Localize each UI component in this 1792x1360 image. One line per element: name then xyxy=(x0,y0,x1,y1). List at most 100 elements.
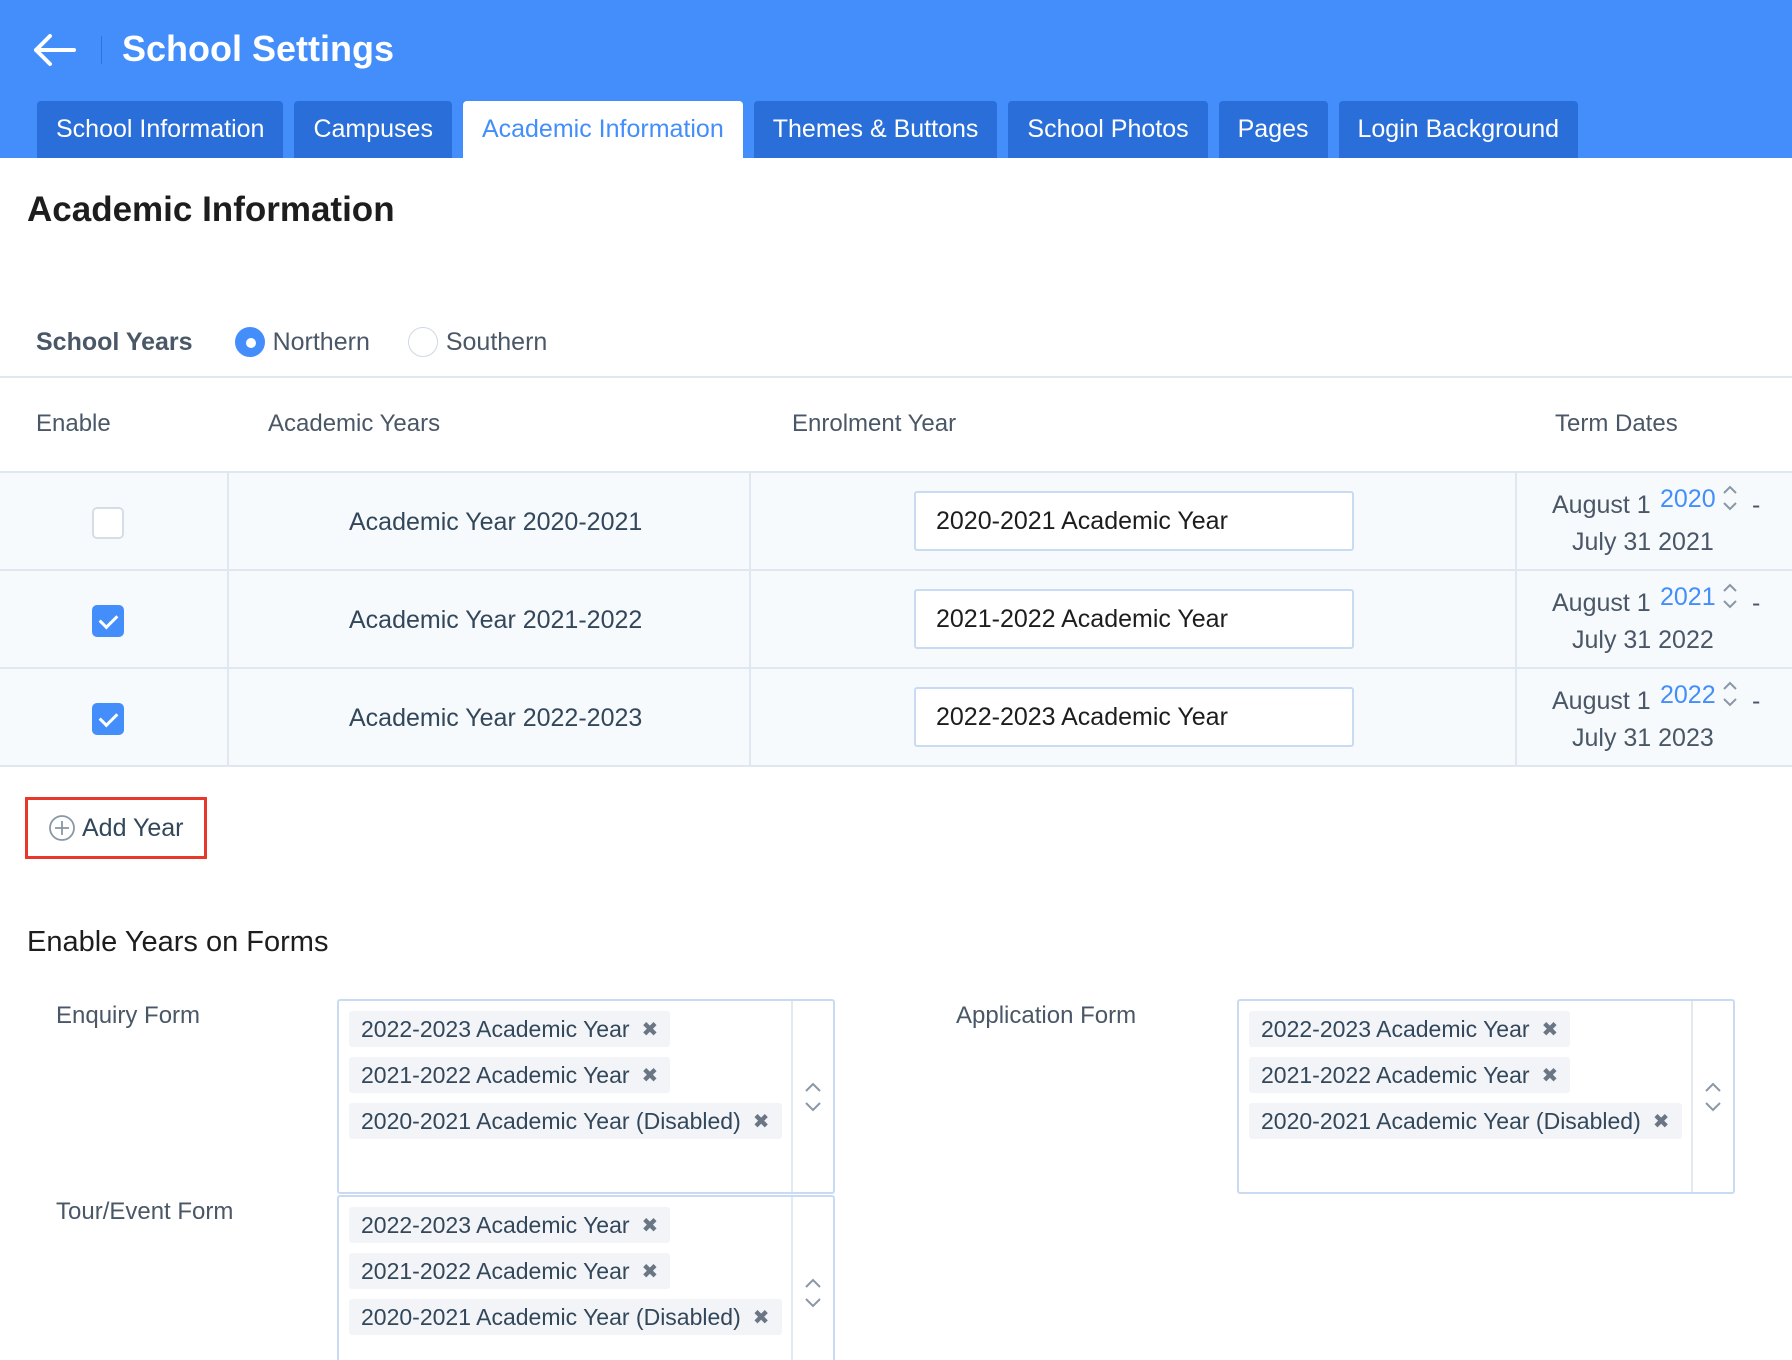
selected-year-chip: 2022-2023 Academic Year ✖ xyxy=(1249,1011,1571,1047)
academic-year-label: Academic Year 2022-2023 xyxy=(349,704,643,732)
enquiry-form-select[interactable]: 2022-2023 Academic Year ✖ 2021-2022 Acade… xyxy=(337,999,835,1194)
term-end-label: July 31 2021 xyxy=(1572,528,1714,556)
select-toggle[interactable] xyxy=(791,1197,833,1360)
chip-label: 2020-2021 Academic Year (Disabled) xyxy=(361,1303,741,1330)
close-icon[interactable]: ✖ xyxy=(642,1213,659,1238)
selected-years-list: 2022-2023 Academic Year ✖ 2021-2022 Acade… xyxy=(1249,1011,1682,1149)
academic-year-label: Academic Year 2020-2021 xyxy=(349,508,643,536)
term-start-year[interactable]: 2020 xyxy=(1660,485,1716,514)
tab-campuses[interactable]: Campuses xyxy=(294,101,452,158)
close-icon[interactable]: ✖ xyxy=(753,1109,770,1134)
radio-southern[interactable]: Southern xyxy=(407,327,548,357)
table-row: Academic Year 2021-2022 August 1 2021 - … xyxy=(0,571,1792,669)
term-dates: August 1 2020 - July 31 2021 xyxy=(1552,485,1792,571)
term-start-label: August 1 xyxy=(1552,589,1651,617)
select-toggle[interactable] xyxy=(1691,1001,1733,1192)
enrolment-year-input[interactable] xyxy=(914,687,1354,747)
close-icon[interactable]: ✖ xyxy=(753,1305,770,1330)
top-bar: School Settings School Information Campu… xyxy=(0,0,1792,158)
selected-years-list: 2022-2023 Academic Year ✖ 2021-2022 Acade… xyxy=(349,1207,782,1345)
tour-event-form-select[interactable]: 2022-2023 Academic Year ✖ 2021-2022 Acade… xyxy=(337,1195,835,1360)
back-button[interactable] xyxy=(32,30,78,70)
cell-divider xyxy=(227,473,229,569)
term-dates: August 1 2022 - July 31 2023 xyxy=(1552,681,1792,767)
cell-divider xyxy=(227,669,229,765)
radio-southern-label: Southern xyxy=(445,327,548,356)
chip-label: 2022-2023 Academic Year xyxy=(361,1015,630,1042)
close-icon[interactable]: ✖ xyxy=(642,1259,659,1284)
cell-divider xyxy=(1515,473,1517,569)
selected-year-chip: 2021-2022 Academic Year ✖ xyxy=(1249,1057,1571,1093)
chip-label: 2020-2021 Academic Year (Disabled) xyxy=(361,1107,741,1134)
settings-tabs: School Information Campuses Academic Inf… xyxy=(37,101,1589,158)
column-header-enrolment-year: Enrolment Year xyxy=(792,410,957,437)
term-dash: - xyxy=(1752,687,1761,715)
cell-divider xyxy=(1515,571,1517,667)
arrow-left-icon xyxy=(34,34,76,66)
chevron-up-down-icon xyxy=(805,1278,821,1307)
term-start-label: August 1 xyxy=(1552,687,1651,715)
enable-checkbox[interactable] xyxy=(92,703,124,735)
chevron-up-down-icon[interactable] xyxy=(1720,581,1740,611)
add-year-button[interactable]: Add Year xyxy=(25,797,207,859)
selected-years-list: 2022-2023 Academic Year ✖ 2021-2022 Acade… xyxy=(349,1011,782,1149)
academic-year-label: Academic Year 2021-2022 xyxy=(349,606,643,634)
selected-year-chip: 2022-2023 Academic Year ✖ xyxy=(349,1207,671,1243)
chevron-up-down-icon xyxy=(805,1082,821,1111)
close-icon[interactable]: ✖ xyxy=(1653,1109,1670,1134)
tour-event-form-label: Tour/Event Form xyxy=(56,1198,234,1225)
selected-year-chip: 2022-2023 Academic Year ✖ xyxy=(349,1011,671,1047)
term-dates: August 1 2021 - July 31 2022 xyxy=(1552,583,1792,669)
term-end-label: July 31 2023 xyxy=(1572,724,1714,752)
term-dash: - xyxy=(1752,491,1761,519)
close-icon[interactable]: ✖ xyxy=(1542,1017,1559,1042)
radio-southern-button[interactable] xyxy=(407,327,438,357)
chip-label: 2022-2023 Academic Year xyxy=(361,1211,630,1238)
chevron-up-down-icon[interactable] xyxy=(1720,679,1740,709)
application-form-select[interactable]: 2022-2023 Academic Year ✖ 2021-2022 Acade… xyxy=(1237,999,1735,1194)
cell-divider xyxy=(227,571,229,667)
term-end-label: July 31 2022 xyxy=(1572,626,1714,654)
selected-year-chip: 2021-2022 Academic Year ✖ xyxy=(349,1057,671,1093)
tab-school-photos[interactable]: School Photos xyxy=(1008,101,1208,158)
application-form-label: Application Form xyxy=(956,1002,1137,1029)
chip-label: 2021-2022 Academic Year xyxy=(361,1257,630,1284)
close-icon[interactable]: ✖ xyxy=(1542,1063,1559,1088)
school-years-label: School Years xyxy=(36,327,193,356)
chevron-up-down-icon[interactable] xyxy=(1720,483,1740,513)
cell-divider xyxy=(1515,669,1517,765)
column-header-term-dates: Term Dates xyxy=(1555,410,1678,437)
tab-pages[interactable]: Pages xyxy=(1218,101,1328,158)
chevron-up-down-icon xyxy=(1705,1082,1721,1111)
chip-label: 2022-2023 Academic Year xyxy=(1261,1015,1530,1042)
table-row: Academic Year 2020-2021 August 1 2020 - … xyxy=(0,473,1792,571)
enrolment-year-input[interactable] xyxy=(914,491,1354,551)
tab-themes-buttons[interactable]: Themes & Buttons xyxy=(753,101,998,158)
enrolment-year-input[interactable] xyxy=(914,589,1354,649)
selected-year-chip: 2020-2021 Academic Year (Disabled) ✖ xyxy=(1249,1103,1682,1139)
tab-school-information[interactable]: School Information xyxy=(37,101,284,158)
close-icon[interactable]: ✖ xyxy=(642,1017,659,1042)
cell-divider xyxy=(749,571,751,667)
chip-label: 2021-2022 Academic Year xyxy=(1261,1061,1530,1088)
radio-northern[interactable]: Northern xyxy=(234,327,370,357)
chip-label: 2020-2021 Academic Year (Disabled) xyxy=(1261,1107,1641,1134)
selected-year-chip: 2021-2022 Academic Year ✖ xyxy=(349,1253,671,1289)
radio-northern-label: Northern xyxy=(272,327,370,356)
tab-login-background[interactable]: Login Background xyxy=(1338,101,1579,158)
term-dash: - xyxy=(1752,589,1761,617)
select-toggle[interactable] xyxy=(791,1001,833,1192)
school-years-selector: School Years Northern Southern xyxy=(36,322,585,362)
term-start-year[interactable]: 2021 xyxy=(1660,583,1716,612)
enable-checkbox[interactable] xyxy=(92,507,124,539)
term-start-label: August 1 xyxy=(1552,491,1651,519)
cell-divider xyxy=(749,473,751,569)
page-title: Academic Information xyxy=(27,190,395,229)
tab-academic-information[interactable]: Academic Information xyxy=(462,101,743,158)
radio-northern-button[interactable] xyxy=(234,327,265,357)
chip-label: 2021-2022 Academic Year xyxy=(361,1061,630,1088)
enable-checkbox[interactable] xyxy=(92,605,124,637)
term-start-year[interactable]: 2022 xyxy=(1660,681,1716,710)
plus-circle-icon xyxy=(49,815,75,841)
close-icon[interactable]: ✖ xyxy=(642,1063,659,1088)
